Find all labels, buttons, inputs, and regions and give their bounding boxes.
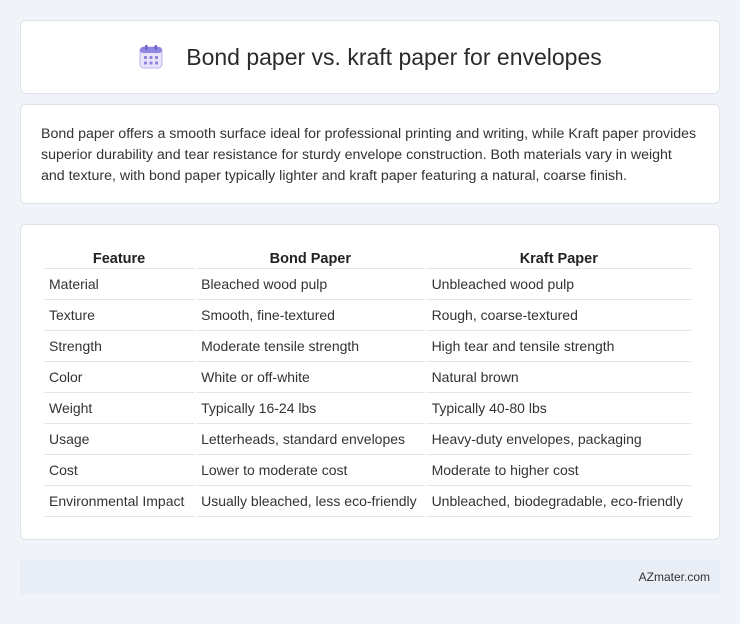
feature-cell: Strength xyxy=(44,331,195,362)
table-row: Usage Letterheads, standard envelopes He… xyxy=(44,424,691,455)
kraft-cell: Unbleached, biodegradable, eco-friendly xyxy=(426,486,691,517)
kraft-cell: Natural brown xyxy=(426,362,691,393)
table-row: Cost Lower to moderate cost Moderate to … xyxy=(44,455,691,486)
bond-cell: Letterheads, standard envelopes xyxy=(196,424,425,455)
feature-cell: Weight xyxy=(44,393,195,424)
feature-cell: Cost xyxy=(44,455,195,486)
bond-cell: Moderate tensile strength xyxy=(196,331,425,362)
description-text: Bond paper offers a smooth surface ideal… xyxy=(41,126,697,184)
table-row: Environmental Impact Usually bleached, l… xyxy=(44,486,691,517)
kraft-cell: Typically 40-80 lbs xyxy=(426,393,691,424)
bond-cell: Smooth, fine-textured xyxy=(196,300,425,331)
table-row: Strength Moderate tensile strength High … xyxy=(44,331,691,362)
comparison-table: Feature Bond Paper Kraft Paper Material … xyxy=(42,247,693,517)
footer-bar: AZmater.com xyxy=(20,560,720,594)
bond-cell: Usually bleached, less eco-friendly xyxy=(196,486,425,517)
bond-cell: Typically 16-24 lbs xyxy=(196,393,425,424)
feature-cell: Color xyxy=(44,362,195,393)
title-card: Bond paper vs. kraft paper for envelopes xyxy=(20,20,720,94)
feature-cell: Usage xyxy=(44,424,195,455)
comparison-table-card: Feature Bond Paper Kraft Paper Material … xyxy=(20,224,720,540)
kraft-cell: Rough, coarse-textured xyxy=(426,300,691,331)
feature-cell: Material xyxy=(44,269,195,300)
kraft-cell: Heavy-duty envelopes, packaging xyxy=(426,424,691,455)
bond-cell: Bleached wood pulp xyxy=(196,269,425,300)
header-bond-paper: Bond Paper xyxy=(196,247,425,269)
bond-cell: Lower to moderate cost xyxy=(196,455,425,486)
kraft-cell: High tear and tensile strength xyxy=(426,331,691,362)
header-kraft-paper: Kraft Paper xyxy=(426,247,691,269)
table-row: Color White or off-white Natural brown xyxy=(44,362,691,393)
table-row: Texture Smooth, fine-textured Rough, coa… xyxy=(44,300,691,331)
bond-cell: White or off-white xyxy=(196,362,425,393)
table-row: Weight Typically 16-24 lbs Typically 40-… xyxy=(44,393,691,424)
calendar-icon xyxy=(138,44,164,70)
kraft-cell: Unbleached wood pulp xyxy=(426,269,691,300)
description-card: Bond paper offers a smooth surface ideal… xyxy=(20,104,720,204)
table-header-row: Feature Bond Paper Kraft Paper xyxy=(44,247,691,269)
page-title: Bond paper vs. kraft paper for envelopes xyxy=(186,43,602,70)
table-row: Material Bleached wood pulp Unbleached w… xyxy=(44,269,691,300)
header-feature: Feature xyxy=(44,247,195,269)
feature-cell: Environmental Impact xyxy=(44,486,195,517)
kraft-cell: Moderate to higher cost xyxy=(426,455,691,486)
feature-cell: Texture xyxy=(44,300,195,331)
footer-site-link[interactable]: AZmater.com xyxy=(639,570,710,584)
